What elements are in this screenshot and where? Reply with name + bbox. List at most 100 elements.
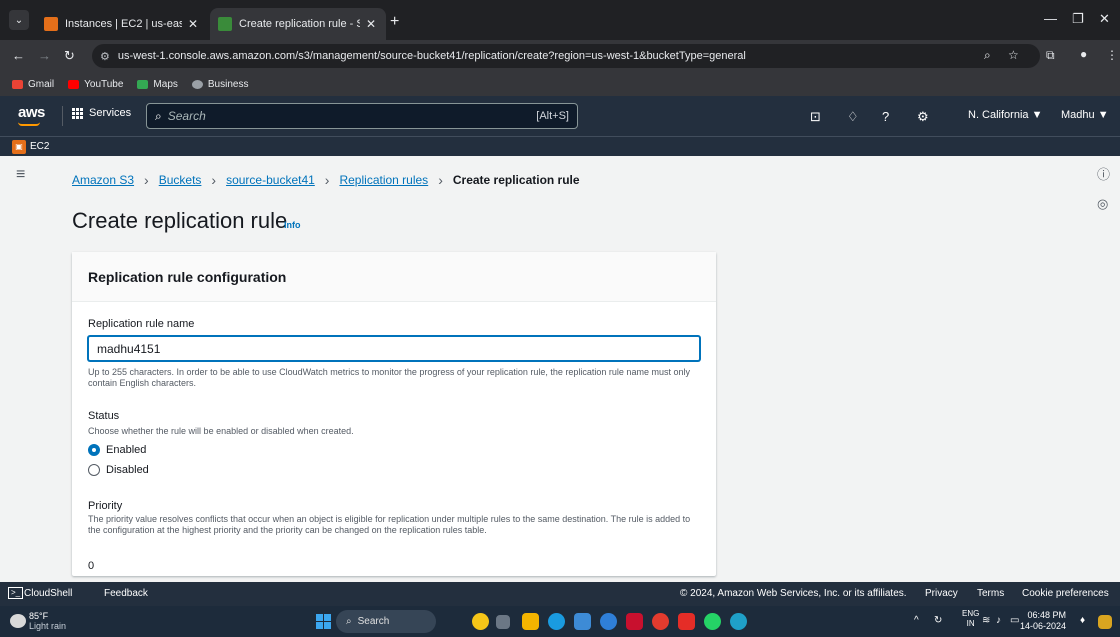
bookmark-label: Gmail [28, 78, 55, 90]
status-enabled-radio[interactable]: Enabled [88, 444, 146, 456]
bookmark-maps[interactable]: Maps [137, 78, 178, 90]
notification-bell-icon[interactable]: ♦ [1080, 615, 1085, 626]
back-icon[interactable]: ← [12, 48, 25, 63]
task-view-icon[interactable] [496, 615, 510, 629]
rule-name-hint: Up to 255 characters. In order to be abl… [88, 367, 690, 388]
cloudshell-icon[interactable]: ⊡ [810, 109, 821, 125]
battery-icon[interactable]: ▭ [1010, 615, 1019, 626]
page-title: Create replication rule [72, 208, 288, 233]
bookmark-youtube[interactable]: YouTube [68, 79, 123, 90]
bookmark-label: Maps [153, 78, 178, 90]
weather-desc: Light rain [29, 621, 67, 631]
tray-overflow-icon[interactable]: ^ [914, 615, 919, 626]
tab-create-replication-rule[interactable]: Create replication rule - S3 buck ✕ [210, 8, 386, 40]
file-explorer-icon[interactable] [522, 613, 539, 630]
taskbar-search[interactable]: ⌕ Search [336, 610, 436, 633]
forward-icon[interactable]: → [38, 48, 51, 63]
search-shortcut: [Alt+S] [536, 110, 569, 122]
info-link[interactable]: Info [284, 220, 301, 230]
weather-widget[interactable]: 85°F Light rain [29, 611, 66, 631]
breadcrumb-source-bucket[interactable]: source-bucket41 [226, 173, 315, 187]
weather-temp: 85°F [29, 611, 49, 621]
restore-icon[interactable]: ❐ [1072, 11, 1084, 27]
close-tab-icon[interactable]: ✕ [366, 17, 376, 31]
s3-favicon-icon [218, 17, 232, 31]
browser-toolbar: ← → ↻ ⚙ us-west-1.console.aws.amazon.com… [0, 40, 1120, 72]
region-selector[interactable]: N. California ▼ [968, 109, 1042, 121]
browser-tabstrip: ⌄ Instances | EC2 | us-east-1 ✕ Create r… [0, 0, 1120, 40]
language-top: ENG [962, 609, 980, 618]
extensions-icon[interactable]: ⧉ [1046, 48, 1055, 63]
feedback-circle-icon[interactable]: ◎ [1097, 196, 1108, 212]
edge-browser-icon[interactable] [548, 613, 565, 630]
taskbar-search-label: Search [357, 616, 390, 627]
taskbar-clock[interactable]: 06:48 PM 14-06-2024 [1020, 610, 1066, 632]
business-icon [191, 79, 203, 89]
privacy-link[interactable]: Privacy [925, 588, 958, 599]
tab-search-icon[interactable]: ⌄ [9, 10, 29, 30]
side-nav-toggle-icon[interactable]: ≡ [16, 166, 25, 184]
youtube-icon [68, 79, 80, 89]
status-label: Status [88, 410, 120, 422]
bookmark-gmail[interactable]: Gmail [12, 79, 54, 90]
priority-label: Priority [88, 500, 123, 512]
clock-time: 06:48 PM [1027, 610, 1067, 620]
breadcrumb-replication-rules[interactable]: Replication rules [339, 173, 428, 187]
zoom-icon[interactable]: ⌕ [984, 48, 991, 63]
search-icon: ⌕ [346, 616, 352, 627]
chrome-menu-icon[interactable]: ⋮ [1106, 48, 1118, 62]
terms-link[interactable]: Terms [977, 588, 1004, 599]
breadcrumb-buckets[interactable]: Buckets [159, 173, 202, 187]
copilot-tray-icon[interactable] [1098, 615, 1112, 629]
status-disabled-radio[interactable]: Disabled [88, 464, 149, 476]
info-panel-icon[interactable]: ⓘ [1097, 164, 1110, 183]
language-indicator[interactable]: ENG IN [962, 609, 979, 629]
chrome-app-icon[interactable] [652, 613, 669, 630]
breadcrumb-amazon-s3[interactable]: Amazon S3 [72, 173, 134, 187]
close-window-icon[interactable]: ✕ [1099, 11, 1110, 27]
copilot-app-icon[interactable] [600, 613, 617, 630]
clock-date: 14-06-2024 [1020, 621, 1067, 631]
favorite-ec2-link[interactable]: EC2 [30, 141, 49, 152]
favorites-bar: ▣ EC2 [0, 136, 1120, 156]
cookie-preferences-link[interactable]: Cookie preferences [1022, 588, 1109, 599]
chevron-right-icon: › [324, 172, 330, 188]
account-menu[interactable]: Madhu ▼ [1061, 109, 1109, 121]
priority-value: 0 [88, 560, 95, 572]
priority-hint: The priority value resolves conflicts th… [88, 514, 691, 535]
new-tab-icon[interactable]: + [390, 13, 399, 31]
tab-ec2-instances[interactable]: Instances | EC2 | us-east-1 ✕ [36, 8, 208, 40]
profile-avatar-icon[interactable]: ● [1080, 47, 1087, 61]
minimize-icon[interactable]: — [1044, 11, 1057, 26]
radio-unselected-icon [88, 464, 100, 476]
services-label: Services [89, 107, 132, 119]
breadcrumb: Amazon S3 › Buckets › source-bucket41 › … [72, 172, 580, 188]
settings-gear-icon[interactable]: ⚙ [917, 109, 929, 125]
bookmark-star-icon[interactable]: ☆ [1008, 48, 1019, 62]
services-menu-button[interactable]: Services [72, 107, 131, 119]
status-hint: Choose whether the rule will be enabled … [88, 426, 354, 436]
whatsapp-app-icon[interactable] [704, 613, 721, 630]
aws-logo[interactable]: aws [18, 104, 45, 121]
volume-icon[interactable]: ♪ [996, 615, 1001, 626]
chat-app-icon[interactable] [730, 613, 747, 630]
reload-icon[interactable]: ↻ [64, 48, 75, 64]
address-bar[interactable]: ⚙ us-west-1.console.aws.amazon.com/s3/ma… [92, 44, 1040, 68]
site-info-icon[interactable]: ⚙ [100, 50, 110, 63]
wifi-icon[interactable]: ≋ [982, 615, 990, 626]
rule-name-input[interactable] [88, 336, 700, 361]
close-tab-icon[interactable]: ✕ [188, 17, 198, 31]
windows-start-icon[interactable] [316, 614, 331, 629]
breadcrumb-current: Create replication rule [452, 173, 580, 187]
aws-search-input[interactable]: ⌕ Search [Alt+S] [146, 103, 578, 129]
bookmark-business[interactable]: Business [191, 79, 248, 90]
cloudshell-link[interactable]: CloudShell [24, 588, 72, 599]
notifications-bell-icon[interactable]: ♢ [847, 109, 859, 125]
youtube-app-icon[interactable] [678, 613, 695, 630]
feedback-link[interactable]: Feedback [104, 588, 148, 599]
widgets-app-icon[interactable] [472, 613, 489, 630]
store-app-icon[interactable] [574, 613, 591, 630]
tray-sync-icon[interactable]: ↻ [934, 615, 942, 626]
help-icon[interactable]: ? [882, 109, 889, 124]
mcafee-app-icon[interactable] [626, 613, 643, 630]
